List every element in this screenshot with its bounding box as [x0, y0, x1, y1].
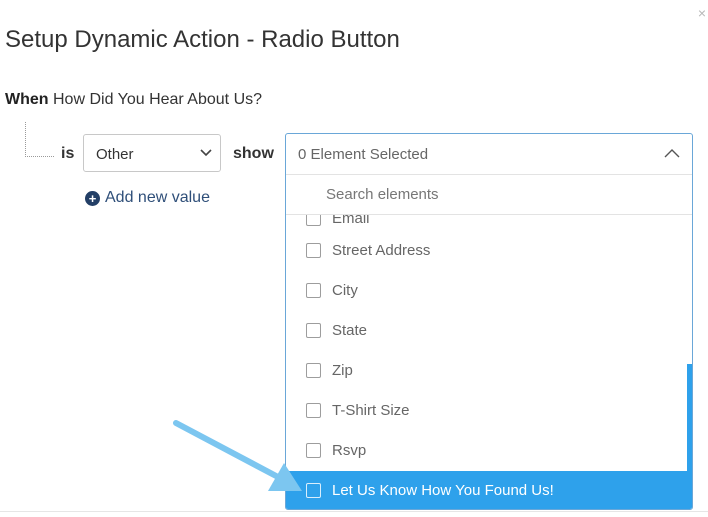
- add-new-value-link[interactable]: + Add new value: [85, 189, 210, 207]
- element-list[interactable]: Email Street Address City State Zip T-Sh…: [286, 215, 688, 509]
- list-item-label: State: [332, 322, 368, 339]
- list-item-label: Email: [332, 215, 370, 227]
- divider: [0, 511, 708, 512]
- show-label: show: [233, 145, 274, 162]
- arrow-annotation-icon: [173, 420, 302, 491]
- chevron-down-icon: [200, 149, 212, 157]
- when-label: When: [5, 91, 49, 108]
- selected-count-text: 0 Element Selected: [298, 146, 429, 163]
- list-item-label: City: [332, 282, 358, 299]
- tree-connector: [25, 122, 54, 157]
- search-placeholder: Search elements: [326, 186, 439, 203]
- list-item-t-shirt-size[interactable]: T-Shirt Size: [286, 391, 688, 431]
- when-condition: When How Did You Hear About Us?: [5, 91, 262, 109]
- checkbox[interactable]: [306, 283, 321, 298]
- list-item-street-address[interactable]: Street Address: [286, 231, 688, 271]
- chevron-up-icon[interactable]: [664, 148, 680, 158]
- element-dropdown[interactable]: 0 Element Selected Search elements Email…: [285, 133, 693, 510]
- list-item-city[interactable]: City: [286, 271, 688, 311]
- dropdown-header[interactable]: 0 Element Selected: [286, 134, 692, 175]
- checkbox[interactable]: [306, 215, 321, 226]
- field-name: How Did You Hear About Us?: [53, 91, 263, 108]
- list-item-label: Let Us Know How You Found Us!: [332, 482, 554, 499]
- list-item-let-us-know[interactable]: Let Us Know How You Found Us!: [286, 471, 688, 509]
- list-item-zip[interactable]: Zip: [286, 351, 688, 391]
- is-label: is: [61, 145, 75, 162]
- list-item-state[interactable]: State: [286, 311, 688, 351]
- list-item-label: Zip: [332, 362, 353, 379]
- checkbox[interactable]: [306, 243, 321, 258]
- checkbox[interactable]: [306, 323, 321, 338]
- value-select-text: Other: [96, 146, 134, 163]
- add-new-value-label: Add new value: [105, 189, 210, 206]
- list-item-label: Street Address: [332, 242, 431, 259]
- checkbox[interactable]: [306, 363, 321, 378]
- close-icon[interactable]: ×: [698, 6, 706, 20]
- plus-circle-icon: +: [85, 190, 100, 206]
- list-item-label: Rsvp: [332, 442, 367, 459]
- dialog-title: Setup Dynamic Action - Radio Button: [5, 26, 400, 53]
- search-elements-input[interactable]: Search elements: [286, 174, 692, 215]
- scrollbar-thumb[interactable]: [687, 364, 692, 509]
- list-item-rsvp[interactable]: Rsvp: [286, 431, 688, 471]
- list-item-label: T-Shirt Size: [332, 402, 410, 419]
- value-select[interactable]: Other: [83, 134, 221, 172]
